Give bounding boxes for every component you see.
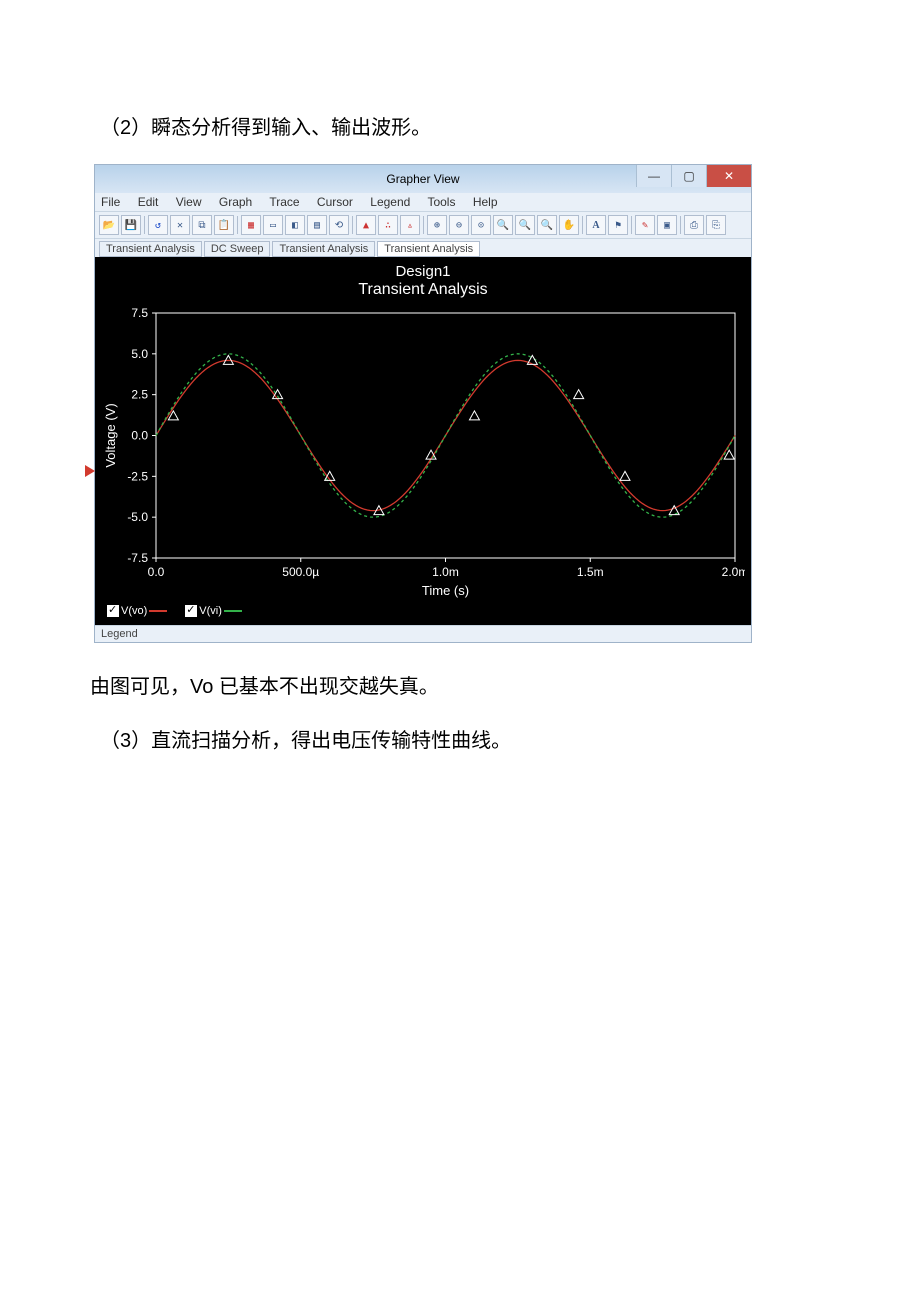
tabs-bar: Transient Analysis DC Sweep Transient An… <box>95 239 751 257</box>
svg-text:5.0: 5.0 <box>131 347 148 361</box>
close-button[interactable]: ✕ <box>706 165 751 187</box>
svg-text:Voltage (V): Voltage (V) <box>103 403 118 467</box>
chart-area[interactable]: Design1 Transient Analysis -7.5 -5.0 -2.5 0… <box>95 257 751 625</box>
svg-text:1.0m: 1.0m <box>432 565 459 579</box>
chart-svg: -7.5 -5.0 -2.5 0.0 2.5 5.0 7.5 0.0 500.0µ 1.0m 1.5… <box>101 303 745 603</box>
checkbox-icon[interactable] <box>185 605 197 617</box>
peak2-icon[interactable]: ▵ <box>400 215 420 235</box>
zoom-fit-icon[interactable]: ⊙ <box>471 215 491 235</box>
status-bar: Legend <box>95 625 751 642</box>
zoom1-icon[interactable]: 🔍 <box>493 215 513 235</box>
legend-vvi-label: V(vi) <box>199 605 222 617</box>
checkbox-icon[interactable] <box>107 605 119 617</box>
legend-vvo[interactable]: V(vo) <box>107 605 167 617</box>
menu-cursor[interactable]: Cursor <box>317 195 353 209</box>
bw2-icon[interactable]: ▤ <box>307 215 327 235</box>
hand-icon[interactable]: ✋ <box>559 215 579 235</box>
zoom3-icon[interactable]: 🔍 <box>537 215 557 235</box>
peak-icon[interactable]: ▲ <box>356 215 376 235</box>
paragraph-conclusion: 由图可见，Vo 已基本不出现交越失真。 <box>80 669 840 705</box>
export3-icon[interactable]: ⎘ <box>706 215 726 235</box>
legend-vvi[interactable]: V(vi) <box>185 605 242 617</box>
export1-icon[interactable]: ▣ <box>657 215 677 235</box>
points-icon[interactable]: ∴ <box>378 215 398 235</box>
menu-tools[interactable]: Tools <box>427 195 455 209</box>
legend-swatch-red <box>149 610 167 612</box>
tab-dc-sweep[interactable]: DC Sweep <box>204 241 271 257</box>
chart-title: Design1 <box>101 263 745 281</box>
paragraph-3-heading: （3）直流扫描分析，得出电压传输特性曲线。 <box>80 723 840 759</box>
menu-trace[interactable]: Trace <box>269 195 299 209</box>
tab-transient-2[interactable]: Transient Analysis <box>272 241 375 257</box>
chart-legend: V(vo) V(vi) <box>101 603 745 619</box>
svg-text:2.5: 2.5 <box>131 388 148 402</box>
tab-transient-1[interactable]: Transient Analysis <box>99 241 202 257</box>
svg-text:0.0: 0.0 <box>131 429 148 443</box>
toolbar: 📂 💾 ↺ ✕ ⧉ 📋 ▦ ▭ ◧ ▤ ⟲ ▲ ∴ ▵ ⊕ ⊖ ⊙ 🔍 🔍 🔍 … <box>95 211 751 239</box>
text-icon[interactable]: A <box>586 215 606 235</box>
reset-icon[interactable]: ⟲ <box>329 215 349 235</box>
box-icon[interactable]: ▭ <box>263 215 283 235</box>
open-icon[interactable]: 📂 <box>99 215 119 235</box>
delete-icon[interactable]: ✕ <box>170 215 190 235</box>
maximize-button[interactable]: ▢ <box>671 165 706 187</box>
svg-text:0.0: 0.0 <box>148 565 165 579</box>
svg-text:Time (s): Time (s) <box>422 583 469 598</box>
minimize-button[interactable]: — <box>636 165 671 187</box>
menu-edit[interactable]: Edit <box>138 195 159 209</box>
svg-text:-7.5: -7.5 <box>127 551 148 565</box>
marker-icon[interactable]: ✎ <box>635 215 655 235</box>
menu-view[interactable]: View <box>176 195 202 209</box>
menu-legend[interactable]: Legend <box>370 195 410 209</box>
zoom2-icon[interactable]: 🔍 <box>515 215 535 235</box>
export2-icon[interactable]: ⎙ <box>684 215 704 235</box>
chart-subtitle: Transient Analysis <box>101 281 745 299</box>
zoom-in-icon[interactable]: ⊕ <box>427 215 447 235</box>
zoom-out-icon[interactable]: ⊖ <box>449 215 469 235</box>
menu-bar: File Edit View Graph Trace Cursor Legend… <box>95 193 751 211</box>
title-bar[interactable]: Grapher View — ▢ ✕ <box>95 165 751 193</box>
svg-text:7.5: 7.5 <box>131 306 148 320</box>
grid-icon[interactable]: ▦ <box>241 215 261 235</box>
svg-text:1.5m: 1.5m <box>577 565 604 579</box>
legend-vvo-label: V(vo) <box>121 605 147 617</box>
cursor-arrow-icon <box>85 465 95 477</box>
menu-help[interactable]: Help <box>473 195 498 209</box>
menu-graph[interactable]: Graph <box>219 195 252 209</box>
paste-icon[interactable]: 📋 <box>214 215 234 235</box>
undo-icon[interactable]: ↺ <box>148 215 168 235</box>
bw-icon[interactable]: ◧ <box>285 215 305 235</box>
svg-text:-2.5: -2.5 <box>127 469 148 483</box>
tab-transient-3[interactable]: Transient Analysis <box>377 241 480 257</box>
svg-text:500.0µ: 500.0µ <box>282 565 319 579</box>
copy-icon[interactable]: ⧉ <box>192 215 212 235</box>
legend-swatch-green <box>224 610 242 612</box>
grapher-window: Grapher View — ▢ ✕ File Edit View Graph … <box>94 164 752 643</box>
flag-icon[interactable]: ⚑ <box>608 215 628 235</box>
svg-text:-5.0: -5.0 <box>127 510 148 524</box>
paragraph-2-heading: （2）瞬态分析得到输入、输出波形。 <box>80 110 840 146</box>
save-icon[interactable]: 💾 <box>121 215 141 235</box>
menu-file[interactable]: File <box>101 195 120 209</box>
svg-text:2.0m: 2.0m <box>722 565 745 579</box>
